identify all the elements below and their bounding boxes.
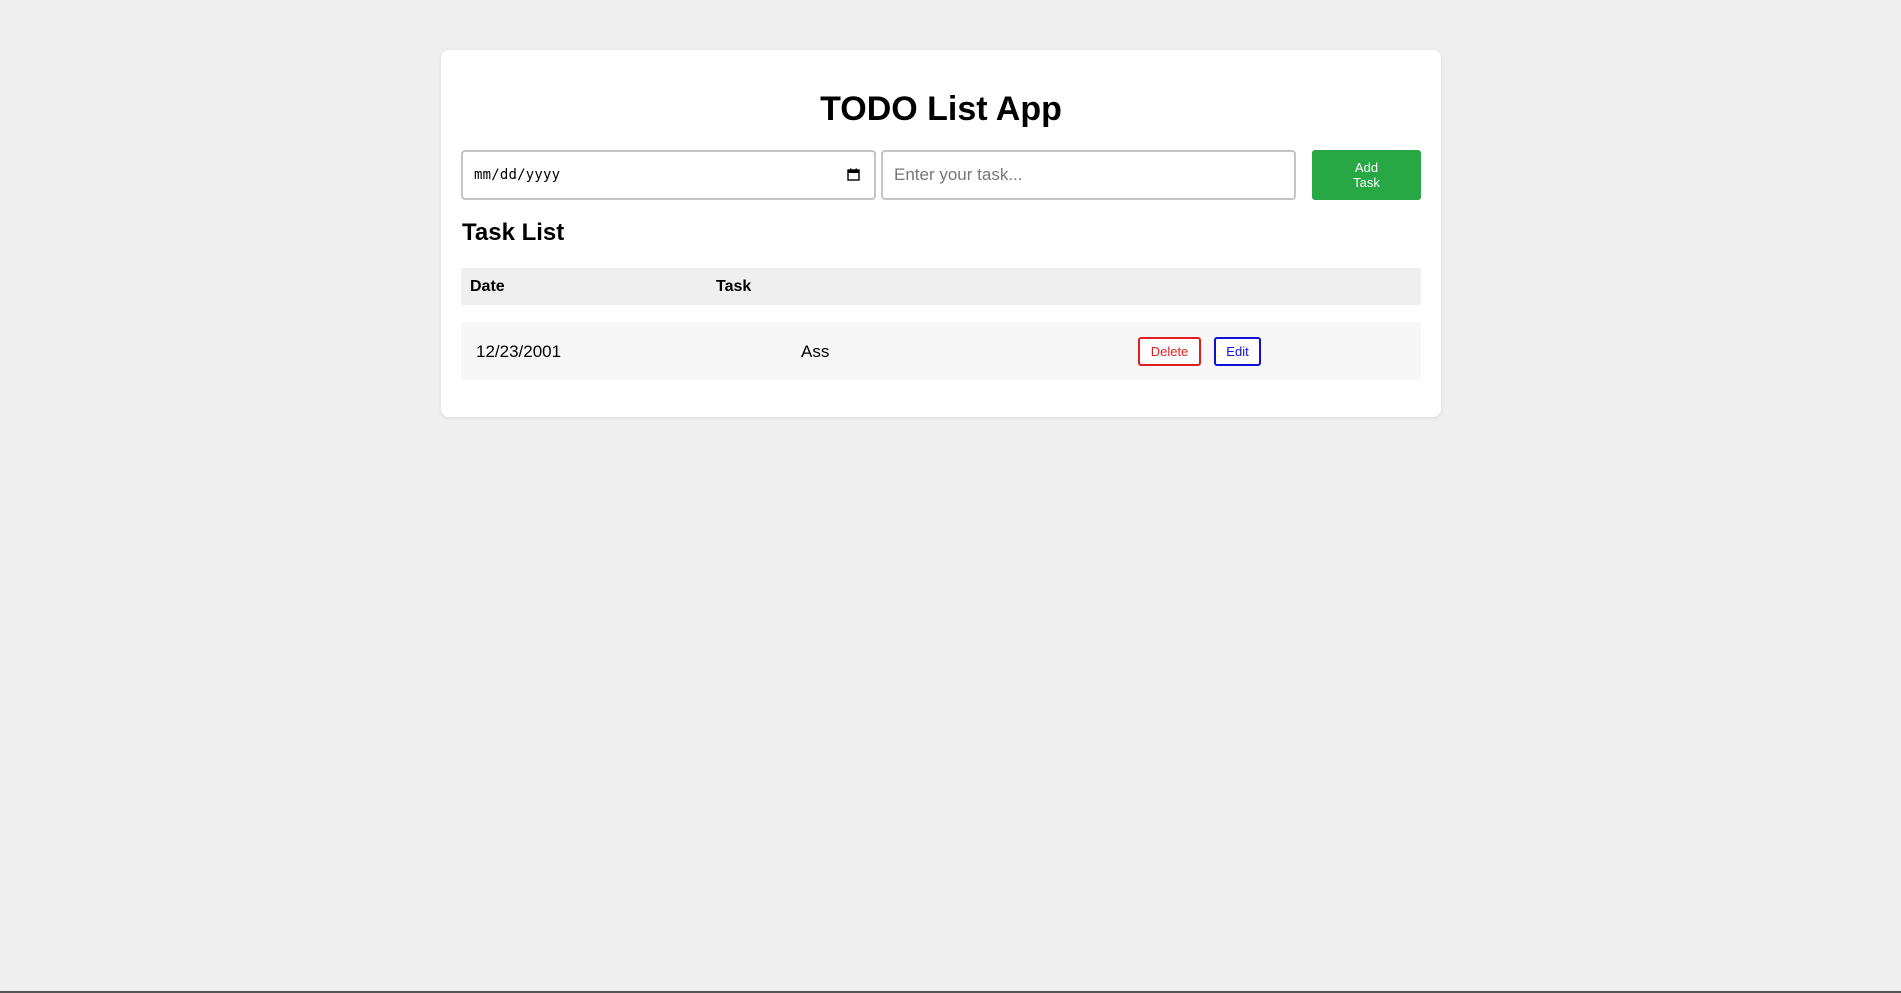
task-list-heading: Task List: [462, 219, 565, 246]
task-text: Ass: [801, 342, 830, 361]
task-input[interactable]: [881, 150, 1296, 200]
date-input-placeholder: mm/dd/yyyy: [474, 167, 561, 183]
task-form: mm/dd/yyyy Add Task: [461, 150, 1421, 200]
edit-button[interactable]: Edit: [1214, 337, 1261, 366]
column-header-task: Task: [716, 278, 752, 295]
page-title: TODO List App: [820, 90, 1062, 128]
date-input[interactable]: mm/dd/yyyy: [461, 150, 876, 200]
add-task-button[interactable]: Add Task: [1312, 150, 1421, 200]
task-date: 12/23/2001: [476, 342, 562, 361]
calendar-icon[interactable]: [847, 168, 860, 181]
table-header: Date Task: [461, 268, 1421, 305]
table-row: 12/23/2001 Ass Delete Edit: [461, 322, 1421, 380]
delete-button[interactable]: Delete: [1138, 337, 1201, 366]
todo-card: TODO List App mm/dd/yyyy Add Task Task L…: [441, 50, 1441, 417]
column-header-date: Date: [470, 278, 505, 295]
